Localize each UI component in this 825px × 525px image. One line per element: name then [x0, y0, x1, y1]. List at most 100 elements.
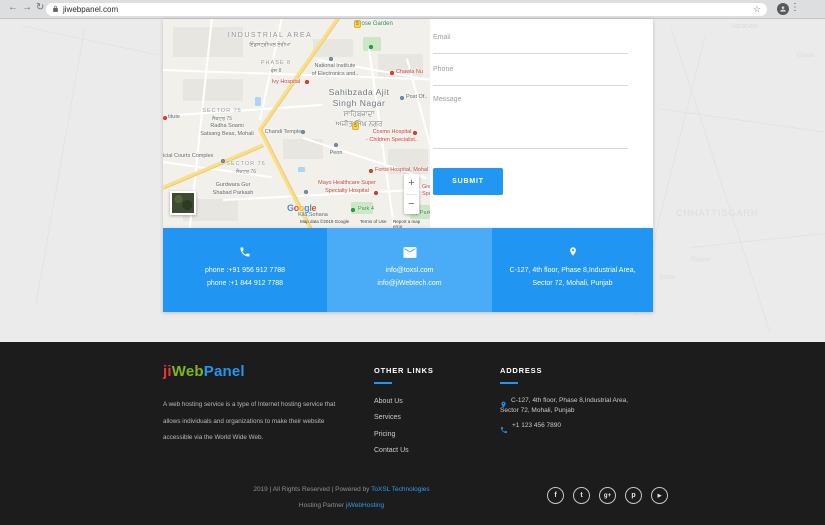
watermark-raipur: Raipur: [691, 256, 711, 263]
back-icon[interactable]: ←: [8, 2, 18, 13]
map-route-shield: 5: [352, 122, 359, 130]
map-pin-institute: [163, 116, 167, 120]
footer-description-1: A web hosting service is a type of Inter…: [163, 401, 336, 408]
map-report-link[interactable]: Report a map error: [393, 219, 430, 228]
map-label-spe: Spe: [422, 191, 430, 197]
map-label-radha-2: Satsang Beas, Mohali: [200, 131, 254, 137]
map-water: [298, 167, 305, 172]
map-label-rose-garden: Rose Garden: [357, 21, 393, 27]
contact-section: Rose Garden INDUSTRIAL AREA ਇੰਡਸਟ੍ਰੀਅਲ ਏ…: [163, 19, 653, 228]
footer-link-pricing[interactable]: Pricing: [374, 431, 395, 438]
contact-email-section: info@toxsl.com info@jiWebtech.com: [327, 228, 492, 312]
footer-phone-icon: [500, 421, 508, 439]
map-label-national-institute: National Institute: [314, 63, 356, 69]
watermark-road: [690, 232, 825, 249]
map-block: [183, 79, 243, 101]
map-label-post-office: Post Of..: [406, 94, 428, 100]
map-label-gurdwara-2: Shabad Parkash: [212, 190, 254, 196]
browser-menu-icon[interactable]: ⋮: [790, 2, 800, 13]
map-pin-rose-garden: [369, 45, 373, 49]
map-pin-icon: [568, 245, 578, 263]
google-map[interactable]: Rose Garden INDUSTRIAL AREA ਇੰਡਸਟ੍ਰੀਅਲ ਏ…: [163, 19, 430, 228]
url-bar[interactable]: jiwebpanel.com ☆: [46, 2, 767, 16]
contact-phone-2: phone :+1 844 912 7788: [206, 280, 284, 287]
map-pin-cosmo: [413, 131, 417, 135]
map-attribution: Map data ©2019 Google: [300, 219, 350, 224]
footer-link-about-us[interactable]: About Us: [374, 398, 403, 405]
map-pin-national-institute: [329, 57, 333, 61]
map-label-sector76-pa: ਸੈਕਟਰ 76: [236, 169, 256, 175]
footer-description-3: accessible via the World Wide Web.: [163, 434, 264, 441]
contact-address-2: Sector 72, Mohali, Punjab: [532, 280, 613, 287]
footer-link-contact-us[interactable]: Contact Us: [374, 447, 409, 454]
footer-link-services[interactable]: Services: [374, 414, 401, 421]
logo-ji: ji: [163, 363, 172, 380]
map-pin-park4: [351, 208, 355, 212]
map-label-sector76: SECTOR 76: [226, 161, 266, 167]
bookmark-star-icon[interactable]: ☆: [753, 4, 761, 15]
map-pin-gurdwara: [304, 190, 308, 194]
browser-toolbar: ← → ↻ jiwebpanel.com ☆ ⋮: [0, 0, 825, 19]
map-route-shield: 5: [354, 20, 361, 28]
forward-icon[interactable]: →: [22, 2, 32, 13]
map-label-industrial-area: INDUSTRIAL AREA: [227, 32, 313, 39]
map-label-phase8-pa: ਫੇਜ਼ 8: [270, 68, 282, 74]
message-input[interactable]: [433, 148, 628, 149]
email-label: Email: [433, 34, 451, 41]
footer-logo: jiWebPanel: [163, 363, 245, 380]
map-label-sahibzada-1: Sahibzada Ajit: [328, 87, 390, 97]
phone-label: Phone: [433, 66, 454, 73]
map-label-mayo-2: Specialty Hospital: [325, 188, 369, 194]
map-zoom-control: + −: [404, 174, 419, 214]
map-label-fortis: Fortis Hospital, Mohal: [375, 167, 429, 173]
watermark-road: [35, 27, 86, 303]
map-pin-chawla: [390, 71, 394, 75]
watermark-road: [670, 27, 771, 333]
toxsl-link[interactable]: ToXSL Technologies: [371, 486, 430, 493]
contact-address-1: C-127, 4th floor, Phase 8,Industrial Are…: [509, 267, 636, 274]
contact-email-2[interactable]: info@jiWebtech.com: [327, 280, 492, 287]
contact-form: Email Phone Message SUBMIT: [430, 19, 653, 228]
google-logo-letter: G: [287, 203, 294, 213]
map-pin-mayo: [374, 191, 378, 195]
pinterest-icon[interactable]: p: [625, 487, 642, 504]
logo-web: Web: [171, 363, 204, 380]
email-input[interactable]: [433, 53, 628, 54]
map-label-cosmo-2: - Children Specialist..: [366, 137, 418, 143]
watermark-road: [21, 25, 159, 56]
twitter-icon[interactable]: t: [573, 487, 590, 504]
map-label-park4: Park 4: [358, 206, 374, 212]
map-label-sahibzada-2: Singh Nagar: [332, 98, 386, 108]
phone-input[interactable]: [433, 85, 628, 86]
watermark-varanasi: Varanasi: [731, 23, 759, 30]
footer-address-2: Sector 72, Mohali, Punjab: [500, 407, 575, 414]
google-logo-letter: e: [311, 203, 317, 213]
satellite-toggle-thumbnail[interactable]: [170, 191, 196, 215]
address-underline: [500, 382, 518, 384]
zoom-out-button[interactable]: −: [404, 195, 419, 215]
map-terms-link[interactable]: Terms of Use: [360, 219, 387, 224]
map-label-institute-partial: titute: [168, 114, 180, 120]
logo-panel: Panel: [203, 363, 245, 380]
contact-address-section: C-127, 4th floor, Phase 8,Industrial Are…: [492, 228, 653, 312]
map-label-national-institute-2: of Electronics and..: [311, 71, 359, 77]
footer-phone-number: +1 123 456 7890: [512, 422, 561, 429]
facebook-icon[interactable]: f: [547, 487, 564, 504]
submit-button[interactable]: SUBMIT: [433, 168, 503, 195]
map-label-peon: Peon: [329, 150, 343, 156]
map-label-mayo-1: Mayo Healthcare Super: [318, 180, 376, 186]
map-label-sahibzada-pa2: ਅਜੀਤ ਸਿੰਘ ਨਗਰ: [335, 121, 383, 128]
google-plus-icon[interactable]: g+: [599, 487, 616, 504]
jiwebhosting-link[interactable]: jiWebHosting: [346, 502, 384, 509]
youtube-icon[interactable]: ▶: [651, 487, 668, 504]
reload-icon[interactable]: ↻: [36, 2, 44, 13]
map-label-industrial-area-pa: ਇੰਡਸਟ੍ਰੀਅਲ ਏਰੀਆ: [249, 42, 291, 48]
contact-email-1[interactable]: info@toxsl.com: [327, 267, 492, 274]
profile-avatar[interactable]: [777, 3, 789, 15]
map-pin-courts: [221, 159, 225, 163]
zoom-in-button[interactable]: +: [404, 174, 419, 194]
map-water: [255, 97, 261, 106]
map-label-chawla: Chawla Nu: [396, 69, 423, 75]
map-pin-post-office: [400, 96, 404, 100]
footer-description-2: allows individuals and organizations to …: [163, 418, 325, 425]
